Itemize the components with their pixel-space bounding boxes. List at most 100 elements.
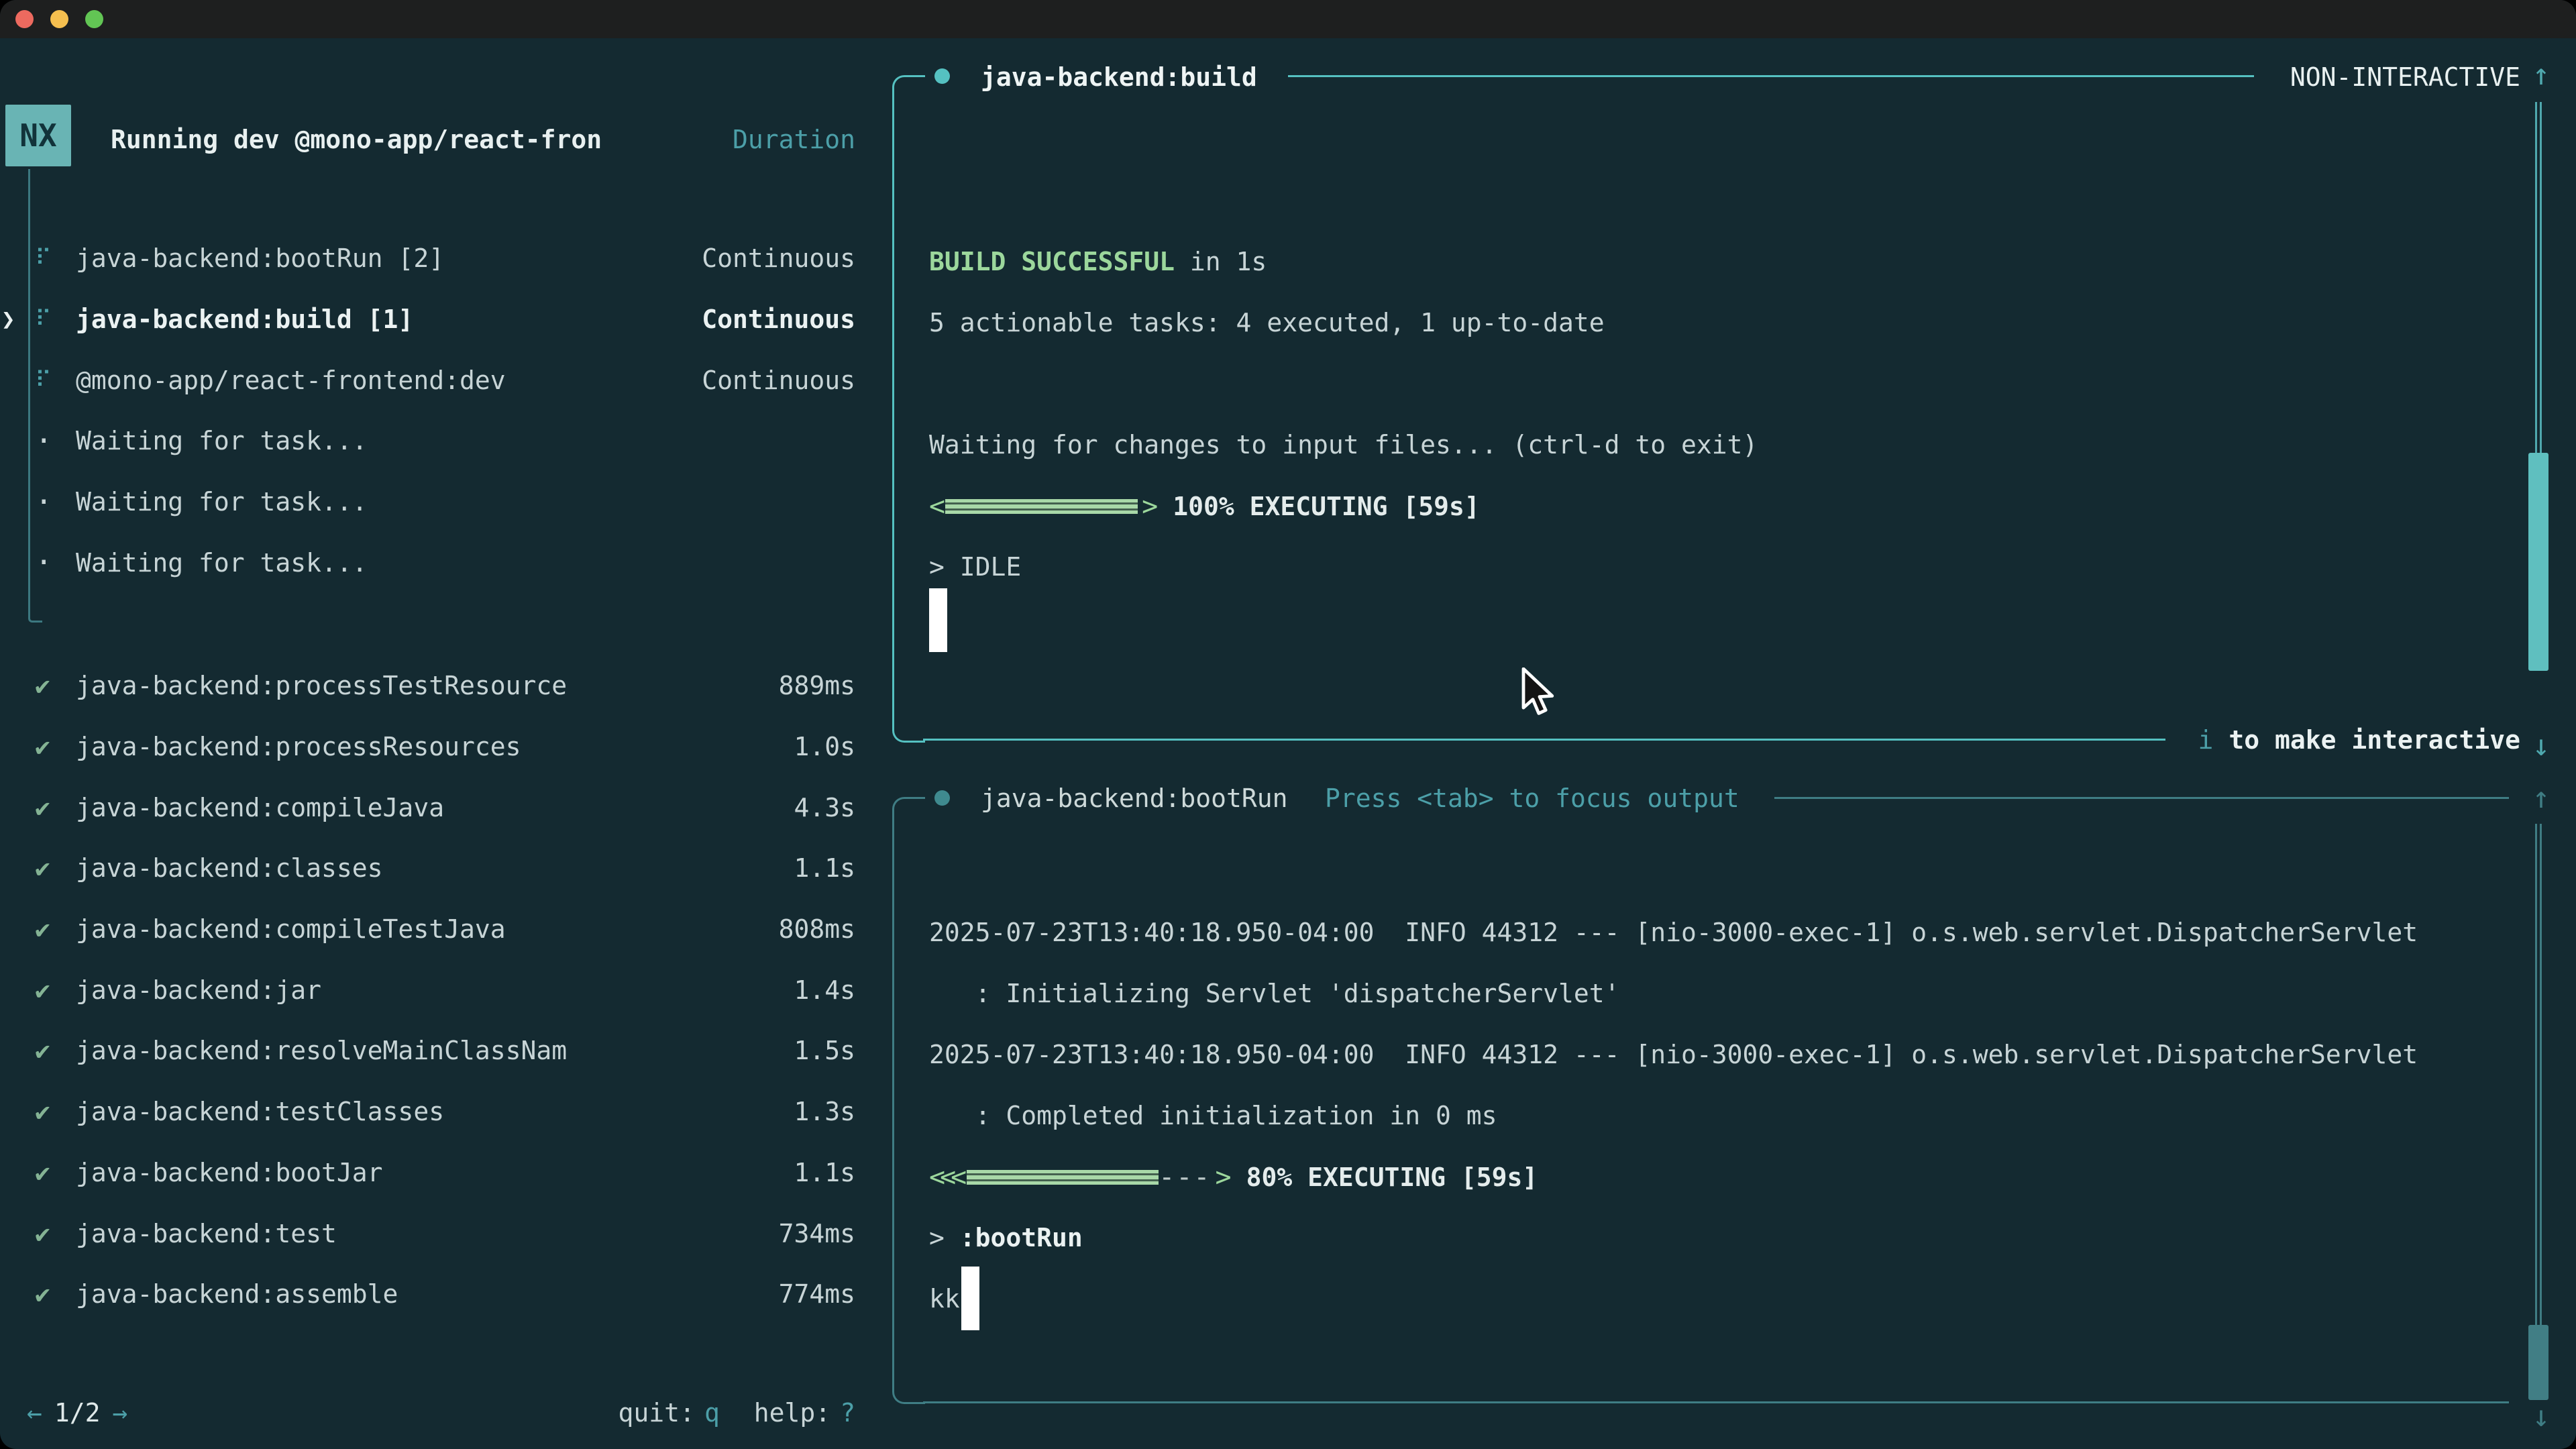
task-status: Continuous: [702, 305, 855, 334]
task-duration: 1.1s: [794, 1158, 855, 1187]
progress-bar-fill: [945, 499, 1138, 514]
sidebar-footer: ← 1/2 → quit: q help: ?: [0, 1383, 892, 1443]
focus-output-hint: Press <tab> to focus output: [1325, 768, 1739, 828]
task-duration: 4.3s: [794, 793, 855, 822]
checkmark-icon: ✔: [0, 793, 76, 822]
completed-task-row[interactable]: ✔java-backend:test734ms: [0, 1203, 892, 1264]
task-name: java-backend:build [1]: [76, 305, 702, 334]
task-row[interactable]: ·Waiting for task...: [0, 411, 892, 472]
build-scroll-up-icon[interactable]: ↑: [2526, 45, 2556, 105]
maximize-button[interactable]: [85, 10, 103, 28]
log-line: 2025-07-23T13:40:18.950-04:00 INFO 44312…: [929, 1024, 2418, 1085]
task-name: java-backend:compileJava: [76, 793, 794, 822]
completed-task-row[interactable]: ✔java-backend:processResources1.0s: [0, 716, 892, 777]
log-line: : Completed initialization in 0 ms: [929, 1085, 2418, 1146]
page-indicator: 1/2: [54, 1398, 101, 1428]
sidebar-header: Running dev @mono-app/react-fron Duratio…: [0, 109, 892, 170]
bootrun-scroll-down-icon[interactable]: ↓: [2526, 1387, 2556, 1447]
completed-task-row[interactable]: ✔java-backend:assemble774ms: [0, 1264, 892, 1325]
task-row[interactable]: ⠏@mono-app/react-frontend:devContinuous: [0, 350, 892, 411]
checkmark-icon: ✔: [0, 1036, 76, 1065]
build-waiting-line: Waiting for changes to input files... (c…: [929, 415, 1758, 475]
bootrun-pane-left-border: [892, 822, 894, 1374]
bullet-dot-icon: ·: [0, 424, 76, 458]
completed-task-row[interactable]: ✔java-backend:compileJava4.3s: [0, 777, 892, 838]
log-line: : Initializing Servlet 'dispatcherServle…: [929, 963, 2418, 1024]
task-duration: 808ms: [779, 914, 855, 944]
completed-task-row[interactable]: ✔java-backend:processTestResource889ms: [0, 655, 892, 716]
checkmark-icon: ✔: [0, 914, 76, 944]
task-duration: 1.0s: [794, 732, 855, 761]
checkmark-icon: ✔: [0, 732, 76, 761]
completed-task-row[interactable]: ✔java-backend:testClasses1.3s: [0, 1081, 892, 1142]
task-row-selected[interactable]: ❯⠏java-backend:build [1]Continuous: [0, 289, 892, 350]
spinner-icon: ⠏: [0, 245, 76, 272]
bootrun-progress-label: 80% EXECUTING [59s]: [1246, 1163, 1538, 1192]
build-scroll-down-icon[interactable]: ↓: [2526, 716, 2556, 776]
task-name: Waiting for task...: [76, 426, 855, 455]
bootrun-terminal-cursor: [961, 1267, 979, 1330]
build-pane-mode-badge: NON-INTERACTIVE: [2290, 47, 2520, 107]
minimize-button[interactable]: [50, 10, 68, 28]
progress-left-arrows-icon: <<<: [929, 1162, 967, 1193]
completed-task-row[interactable]: ✔java-backend:classes1.1s: [0, 838, 892, 899]
prev-page-arrow-icon[interactable]: ←: [27, 1398, 42, 1428]
task-name: java-backend:bootJar: [76, 1158, 794, 1187]
build-result-line: BUILD SUCCESSFUL in 1s: [929, 231, 1267, 292]
build-progress-bar: < > 100% EXECUTING [59s]: [929, 476, 1480, 537]
task-duration: 1.3s: [794, 1097, 855, 1126]
titlebar: [0, 0, 2576, 38]
keyboard-hints: quit: q help: ?: [619, 1398, 855, 1428]
task-duration: 774ms: [779, 1279, 855, 1309]
progress-right-arrow-icon: >: [1212, 1162, 1232, 1193]
build-pane-top-left-corner: [892, 75, 925, 108]
task-name: @mono-app/react-frontend:dev: [76, 366, 702, 395]
completed-task-row[interactable]: ✔java-backend:jar1.4s: [0, 959, 892, 1020]
task-row[interactable]: ·Waiting for task...: [0, 532, 892, 593]
task-duration: 734ms: [779, 1219, 855, 1248]
task-name: Waiting for task...: [76, 548, 855, 578]
interactive-hint: i to make interactive: [2198, 710, 2520, 770]
bootrun-scroll-up-icon[interactable]: ↑: [2526, 768, 2556, 828]
checkmark-icon: ✔: [0, 1279, 76, 1309]
progress-right-arrow-icon: >: [1138, 491, 1158, 522]
completed-task-row[interactable]: ✔java-backend:resolveMainClassNam1.5s: [0, 1020, 892, 1081]
task-name: java-backend:classes: [76, 853, 794, 883]
completed-task-row[interactable]: ✔java-backend:compileTestJava808ms: [0, 899, 892, 960]
close-button[interactable]: [15, 10, 34, 28]
progress-remaining-dashes: ---: [1159, 1162, 1211, 1193]
completed-task-list: ✔java-backend:processTestResource889ms✔j…: [0, 655, 892, 1325]
next-page-arrow-icon[interactable]: →: [113, 1398, 128, 1428]
bullet-dot-icon: ·: [0, 485, 76, 519]
task-duration: 1.5s: [794, 1036, 855, 1065]
bootrun-pane-title[interactable]: java-backend:bootRun: [981, 768, 1288, 828]
build-scrollbar-thumb[interactable]: [2528, 453, 2548, 671]
task-row[interactable]: ·Waiting for task...: [0, 472, 892, 533]
bootrun-pane-status-dot-icon: [934, 790, 950, 806]
checkmark-icon: ✔: [0, 671, 76, 700]
task-name: Waiting for task...: [76, 487, 855, 517]
log-line: 2025-07-23T13:40:18.950-04:00 INFO 44312…: [929, 902, 2418, 963]
task-status: Continuous: [702, 366, 855, 395]
selection-caret-icon: ❯: [1, 306, 15, 333]
progress-bar-fill: [967, 1170, 1159, 1185]
build-pane-top-border: [1288, 75, 2254, 77]
build-pane-title[interactable]: java-backend:build: [981, 47, 1257, 107]
mouse-cursor: [1519, 667, 1557, 722]
running-task-list: ⠏java-backend:bootRun [2]Continuous❯⠏jav…: [0, 228, 892, 593]
progress-left-arrow-icon: <: [929, 491, 945, 522]
pagination: ← 1/2 →: [27, 1398, 619, 1428]
task-name: java-backend:bootRun [2]: [76, 244, 702, 273]
task-row[interactable]: ⠏java-backend:bootRun [2]Continuous: [0, 228, 892, 289]
help-key: ?: [840, 1398, 855, 1428]
build-pane-bottom-left-corner: [892, 710, 925, 743]
build-summary-line: 5 actionable tasks: 4 executed, 1 up-to-…: [929, 292, 1605, 353]
bootrun-typed-input[interactable]: kk: [929, 1269, 960, 1329]
spinner-icon: ⠏: [0, 367, 76, 394]
completed-task-row[interactable]: ✔java-backend:bootJar1.1s: [0, 1142, 892, 1203]
task-name: java-backend:assemble: [76, 1279, 779, 1309]
build-scrollbar-track[interactable]: [2535, 102, 2542, 453]
task-status: Continuous: [702, 244, 855, 273]
task-duration: 889ms: [779, 671, 855, 700]
bootrun-scrollbar-track[interactable]: [2535, 824, 2542, 1325]
